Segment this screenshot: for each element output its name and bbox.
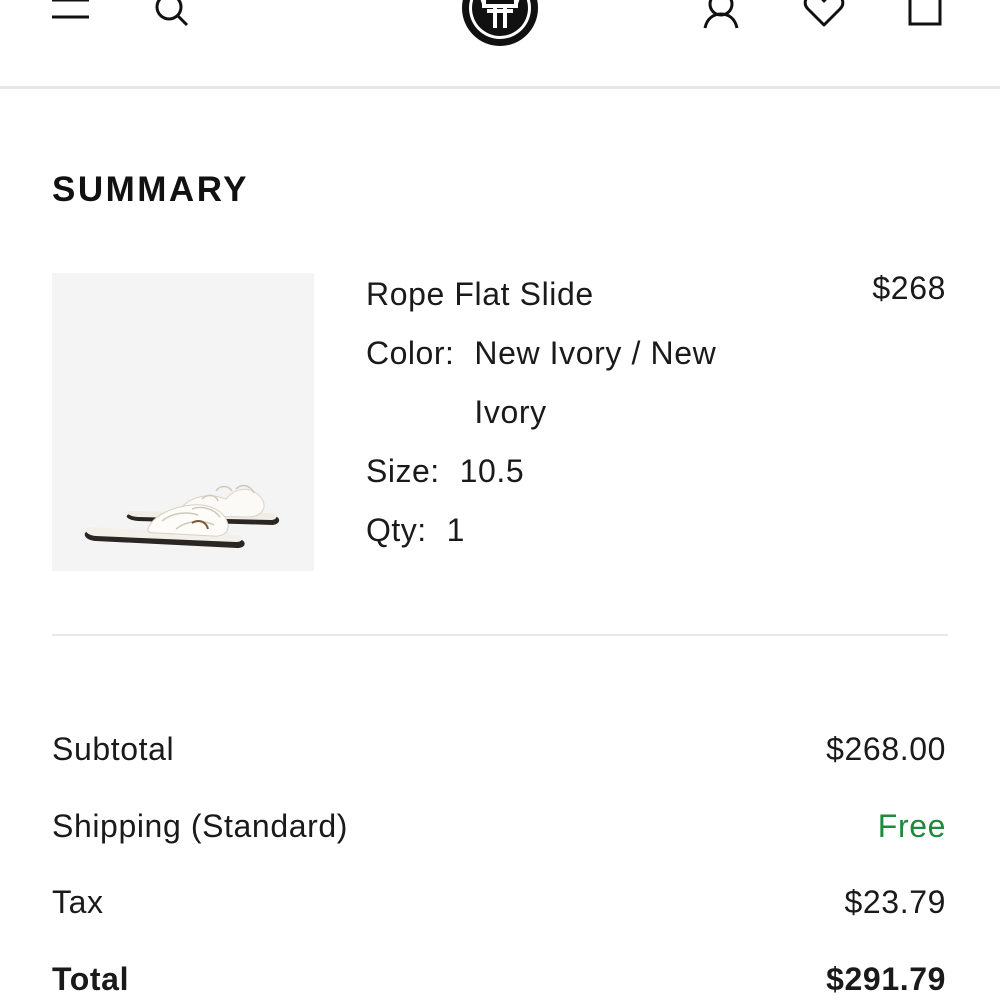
sandal-illustration [84, 484, 280, 548]
heart-icon [803, 0, 845, 27]
product-name[interactable]: Rope Flat Slide [366, 265, 786, 324]
search-button[interactable] [152, 0, 192, 28]
account-button[interactable] [700, 0, 742, 30]
total-row: Total $291.79 [52, 956, 946, 1000]
tax-label: Tax [52, 884, 104, 920]
menu-button[interactable] [52, 0, 92, 22]
product-details: Rope Flat Slide Color: New Ivory / New I… [366, 265, 786, 560]
search-icon [155, 0, 189, 27]
menu-icon [52, 0, 89, 19]
product-image[interactable] [52, 273, 314, 571]
subtotal-value: $268.00 [826, 731, 946, 767]
color-row: Color: New Ivory / New Ivory [366, 324, 786, 442]
shipping-value: Free [877, 808, 946, 844]
shipping-label: Shipping (Standard) [52, 808, 349, 844]
color-value: New Ivory / New Ivory [474, 335, 717, 430]
bag-button[interactable] [906, 0, 944, 28]
divider [52, 634, 948, 636]
site-header [0, 0, 1000, 89]
tax-value: $23.79 [844, 884, 946, 920]
subtotal-label: Subtotal [52, 731, 175, 767]
qty-value: 1 [446, 512, 466, 548]
size-row: Size: 10.5 [366, 442, 786, 501]
product-price: $268 [872, 270, 946, 306]
summary-title: SUMMARY [52, 170, 250, 209]
wishlist-button[interactable] [803, 0, 845, 28]
color-label: Color: [366, 335, 455, 371]
qty-label: Qty: [366, 512, 427, 548]
tax-row: Tax $23.79 [52, 879, 946, 925]
bag-icon [908, 0, 942, 26]
shipping-row: Shipping (Standard) Free [52, 803, 946, 849]
total-label: Total [52, 961, 130, 997]
brand-logo[interactable] [460, 0, 540, 48]
size-value: 10.5 [459, 453, 525, 489]
account-icon [703, 0, 739, 29]
brand-logo-icon [462, 0, 538, 46]
total-value: $291.79 [826, 961, 946, 997]
size-label: Size: [366, 453, 440, 489]
qty-row: Qty: 1 [366, 501, 786, 560]
subtotal-row: Subtotal $268.00 [52, 726, 946, 772]
checkout-summary-page: SUMMARY Rope Flat Slide Color: New Ivory… [0, 0, 1000, 1000]
